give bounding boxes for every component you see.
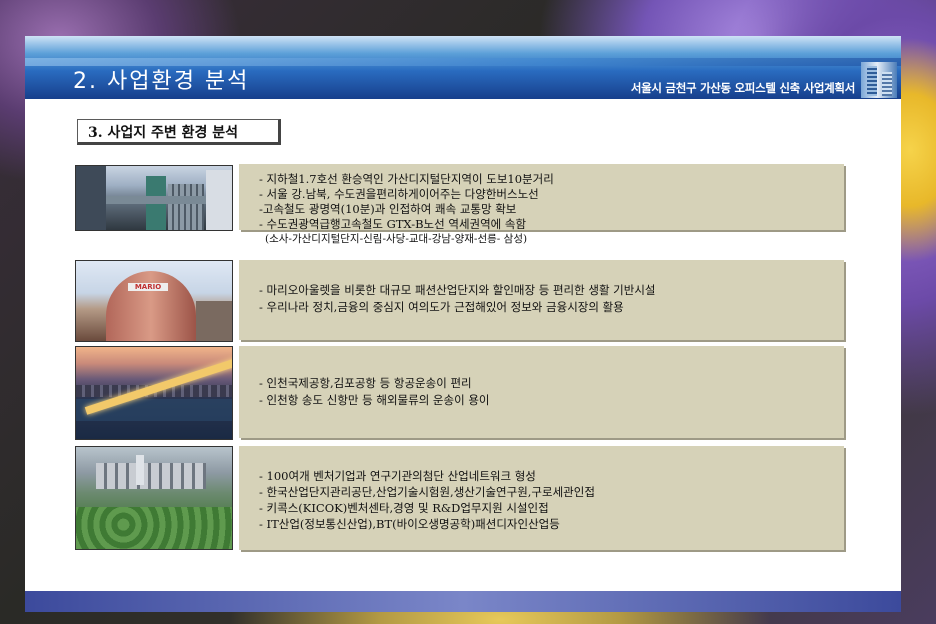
- list-item: - 서울 강.남북, 수도권을편리하게이어주는 다양한버스노선: [259, 187, 539, 201]
- list-item: - 인천항 송도 신항만 등 해외물류의 운송이 용이: [259, 393, 490, 407]
- list-item: - IT산업(정보통신산업),BT(바이오생명공학)패션디자인산업등: [259, 517, 560, 531]
- building-icon: [861, 62, 897, 98]
- text-box: - 마리오아울렛을 비롯한 대규모 패션산업단지와 할인매장 등 편리한 생활 …: [239, 260, 844, 340]
- environment-row-industry: - 100여개 벤처기업과 연구기관의첨단 산업네트워크 형성 - 한국산업단지…: [75, 446, 845, 550]
- list-item: -고속철도 광명역(10분)과 인접하여 쾌속 교통망 확보: [259, 202, 517, 216]
- list-item: - 수도권광역급행고속철도 GTX-B노선 역세권역에 속함: [259, 217, 527, 231]
- document-subtitle: 서울시 금천구 가산동 오피스텔 신축 사업계획서: [630, 81, 855, 95]
- list-item: (소사-가산디지털단지-신림-사당-교대-강남-양재-선릉- 삼성): [265, 233, 528, 245]
- photo-industrial-complex: [75, 446, 233, 550]
- slide: 2. 사업환경 분석 서울시 금천구 가산동 오피스텔 신축 사업계획서 3. …: [25, 36, 901, 612]
- page-title: 2. 사업환경 분석: [73, 69, 250, 94]
- footer-bar: [25, 591, 901, 612]
- environment-row-transport: - 지하철1.7호선 환승역인 가산디지털단지역이 도보10분거리 - 서울 강…: [75, 164, 845, 245]
- list-item: - 마리오아울렛을 비롯한 대규모 패션산업단지와 할인매장 등 편리한 생활 …: [259, 283, 656, 297]
- environment-row-shopping: MARIO - 마리오아울렛을 비롯한 대규모 패션산업단지와 할인매장 등 편…: [75, 260, 845, 342]
- outlet-sign: MARIO: [128, 283, 168, 291]
- text-box: - 100여개 벤처기업과 연구기관의첨단 산업네트워크 형성 - 한국산업단지…: [239, 446, 844, 550]
- list-item: - 지하철1.7호선 환승역인 가산디지털단지역이 도보10분거리: [259, 172, 554, 186]
- list-item: - 인천국제공항,김포공항 등 항공운송이 편리: [259, 376, 472, 390]
- environment-row-logistics: - 인천국제공항,김포공항 등 항공운송이 편리 - 인천항 송도 신항만 등 …: [75, 346, 845, 440]
- text-box: - 인천국제공항,김포공항 등 항공운송이 편리 - 인천항 송도 신항만 등 …: [239, 346, 844, 438]
- photo-mario-outlet: MARIO: [75, 260, 233, 342]
- section-title: 3. 사업지 주변 환경 분석: [77, 119, 281, 145]
- photo-subway-station: [75, 165, 233, 231]
- list-item: - 한국산업단지관리공단,산업기술시험원,생산기술연구원,구로세관인접: [259, 485, 595, 499]
- text-box: - 지하철1.7호선 환승역인 가산디지털단지역이 도보10분거리 - 서울 강…: [239, 164, 844, 245]
- header-banner: 2. 사업환경 분석 서울시 금천구 가산동 오피스텔 신축 사업계획서: [25, 36, 901, 99]
- photo-city-night: [75, 346, 233, 440]
- list-item: - 100여개 벤처기업과 연구기관의첨단 산업네트워크 형성: [259, 469, 536, 483]
- list-item: - 우리나라 정치,금융의 중심지 여의도가 근접해있어 정보와 금융시장의 활…: [259, 300, 624, 314]
- list-item: - 키콕스(KICOK)벤처센타,경영 및 R&D업무지원 시설인접: [259, 501, 549, 515]
